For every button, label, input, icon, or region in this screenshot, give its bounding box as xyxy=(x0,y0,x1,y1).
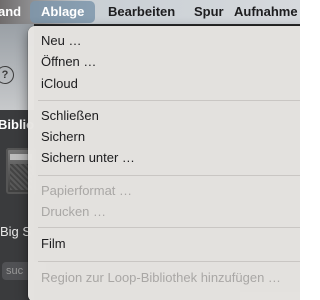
menu-item-save[interactable]: Sichern xyxy=(41,127,85,147)
menu-separator xyxy=(38,227,300,228)
menu-item-new[interactable]: Neu … xyxy=(41,31,81,51)
menu-bar-item-spur[interactable]: Spur xyxy=(186,0,232,24)
menu-item-icloud[interactable]: iCloud xyxy=(41,74,78,94)
menu-item-print[interactable]: Drucken … xyxy=(41,202,106,222)
menu-bar: and Ablage Bearbeiten Spur Aufnahme xyxy=(0,0,300,24)
menu-item-movie[interactable]: Film xyxy=(41,234,66,254)
file-menu-dropdown: Neu … Öffnen … iCloud Schließen Sichern … xyxy=(28,26,300,300)
preset-label: Big S xyxy=(0,224,32,239)
screen: ? Biblio Big S suc and Ablage Bearbeiten… xyxy=(0,0,300,300)
menu-bar-item-ablage[interactable]: Ablage xyxy=(30,1,96,23)
menu-separator xyxy=(38,175,300,176)
menu-item-add-region-to-loop-library[interactable]: Region zur Loop-Bibliothek hinzufügen … xyxy=(41,268,281,288)
menu-item-save-as[interactable]: Sichern unter … xyxy=(41,148,135,168)
menu-bar-item-app[interactable]: and xyxy=(0,0,29,24)
menu-bar-item-aufnahme[interactable]: Aufnahme xyxy=(226,0,300,24)
menu-item-open[interactable]: Öffnen … xyxy=(41,52,96,72)
menu-bar-item-bearbeiten[interactable]: Bearbeiten xyxy=(100,0,183,24)
menu-separator xyxy=(38,261,300,262)
menu-item-close[interactable]: Schließen xyxy=(41,106,99,126)
menu-separator xyxy=(38,100,300,101)
menu-item-page-setup[interactable]: Papierformat … xyxy=(41,181,132,201)
